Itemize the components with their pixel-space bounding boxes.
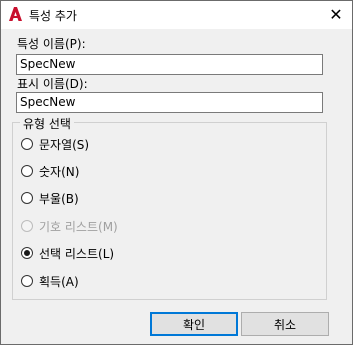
radio-checked[interactable] bbox=[21, 247, 33, 259]
ok-button[interactable]: 확인 bbox=[150, 312, 238, 336]
type-option-3: 기호 리스트(M) bbox=[21, 217, 118, 235]
display-name-label: 표시 이름(D): bbox=[17, 77, 88, 91]
type-option-4[interactable]: 선택 리스트(L) bbox=[21, 244, 114, 262]
add-property-dialog: 특성 추가 ✕ 특성 이름(P): 표시 이름(D): 유형 선택 문자열(S)… bbox=[0, 0, 353, 345]
ok-button-label: 확인 bbox=[182, 317, 206, 332]
type-option-label: 부울(B) bbox=[39, 191, 79, 206]
radio-unchecked[interactable] bbox=[21, 275, 33, 287]
radio-unchecked[interactable] bbox=[21, 192, 33, 204]
type-option-1[interactable]: 숫자(N) bbox=[21, 162, 79, 180]
type-option-0[interactable]: 문자열(S) bbox=[21, 135, 89, 153]
title-bar: 특성 추가 ✕ bbox=[1, 1, 352, 29]
type-option-label: 선택 리스트(L) bbox=[39, 246, 115, 261]
close-icon: ✕ bbox=[329, 4, 343, 24]
autocad-a-icon bbox=[7, 6, 23, 22]
type-option-label: 숫자(N) bbox=[39, 164, 80, 179]
type-option-label: 획득(A) bbox=[39, 274, 79, 289]
window-title: 특성 추가 bbox=[29, 9, 77, 23]
property-name-input[interactable] bbox=[16, 54, 323, 75]
property-name-label: 특성 이름(P): bbox=[17, 37, 86, 51]
cancel-button[interactable]: 취소 bbox=[241, 312, 329, 336]
type-option-label: 기호 리스트(M) bbox=[39, 219, 118, 234]
close-button[interactable]: ✕ bbox=[324, 3, 348, 25]
radio-unchecked[interactable] bbox=[21, 165, 33, 177]
display-name-input[interactable] bbox=[16, 92, 323, 113]
type-option-5[interactable]: 획득(A) bbox=[21, 272, 79, 290]
radio-unchecked bbox=[21, 220, 33, 232]
type-option-label: 문자열(S) bbox=[39, 137, 90, 152]
type-option-2[interactable]: 부울(B) bbox=[21, 189, 79, 207]
type-selection-title: 유형 선택 bbox=[20, 115, 74, 132]
cancel-button-label: 취소 bbox=[273, 317, 297, 332]
radio-unchecked[interactable] bbox=[21, 138, 33, 150]
